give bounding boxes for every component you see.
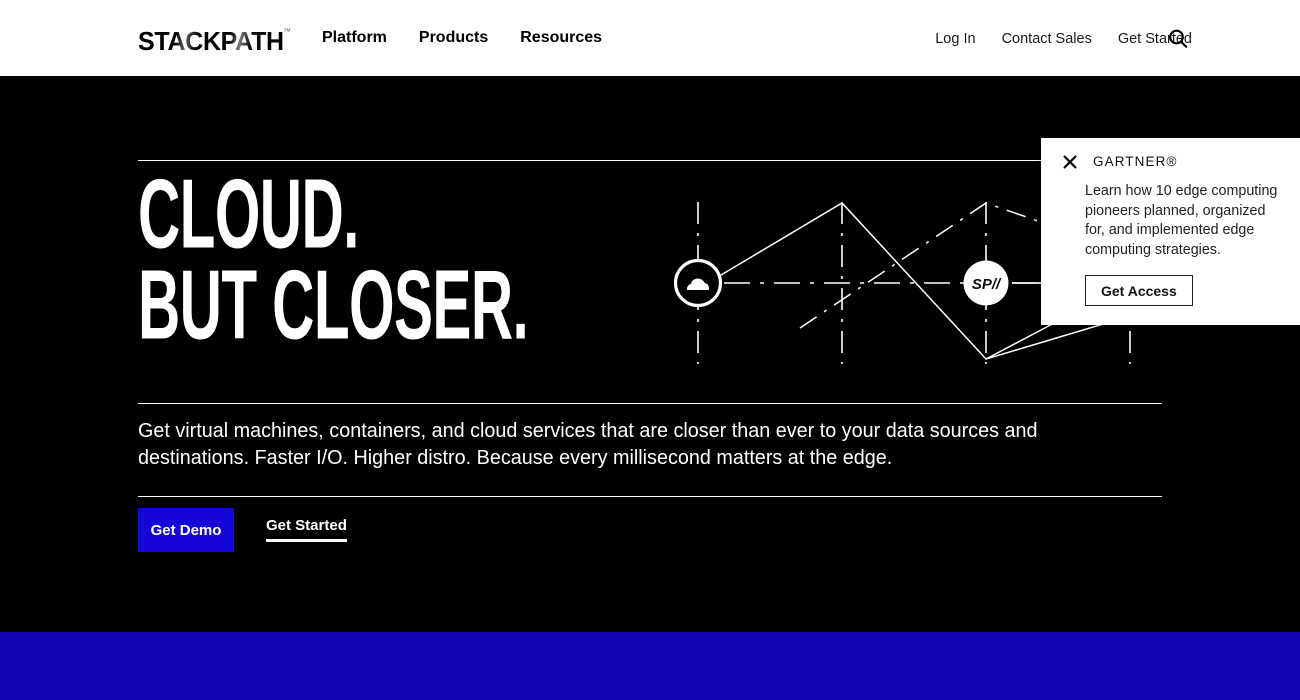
get-started-link[interactable]: Get Started <box>266 518 347 542</box>
hero-subcopy: Get virtual machines, containers, and cl… <box>138 419 1038 469</box>
diagram-node-sp: SP// <box>963 260 1009 306</box>
gartner-card-body: Learn how 10 edge computing pioneers pla… <box>1085 183 1278 258</box>
bottom-color-band <box>0 632 1300 700</box>
diagram-node-cloud <box>673 258 723 308</box>
primary-navigation: Platform Products Resources <box>322 28 602 48</box>
close-icon[interactable] <box>1063 155 1077 169</box>
site-header: STACKPATH ™ Platform Products Resources … <box>0 0 1300 76</box>
diagram-node-sp-label: SP// <box>972 276 1002 293</box>
nav-item-platform[interactable]: Platform <box>322 28 387 48</box>
hero-rule-bottom <box>138 496 1162 497</box>
hero-rule-middle <box>138 403 1162 404</box>
nav-item-resources[interactable]: Resources <box>520 28 602 48</box>
get-demo-button[interactable]: Get Demo <box>138 508 234 552</box>
secondary-navigation: Log In Contact Sales Get Started <box>935 30 1192 48</box>
logo-trademark-mark: ™ <box>283 27 291 36</box>
gartner-promo-card: GARTNER® Learn how 10 edge computing pio… <box>1041 138 1300 325</box>
get-access-button[interactable]: Get Access <box>1085 275 1193 306</box>
hero-cta-row: Get Demo Get Started <box>138 508 347 552</box>
gartner-card-header: GARTNER® <box>1063 155 1178 169</box>
stackpath-logo[interactable]: STACKPATH <box>138 26 284 57</box>
nav-item-products[interactable]: Products <box>419 28 488 48</box>
gartner-card-title: GARTNER® <box>1093 154 1178 169</box>
nav-item-contact-sales[interactable]: Contact Sales <box>1002 30 1092 48</box>
headline-line-2: BUT CLOSER. <box>138 250 529 361</box>
search-icon[interactable] <box>1166 27 1190 51</box>
nav-item-log-in[interactable]: Log In <box>935 30 975 48</box>
page-title: CLOUD. BUT CLOSER. <box>138 165 529 354</box>
